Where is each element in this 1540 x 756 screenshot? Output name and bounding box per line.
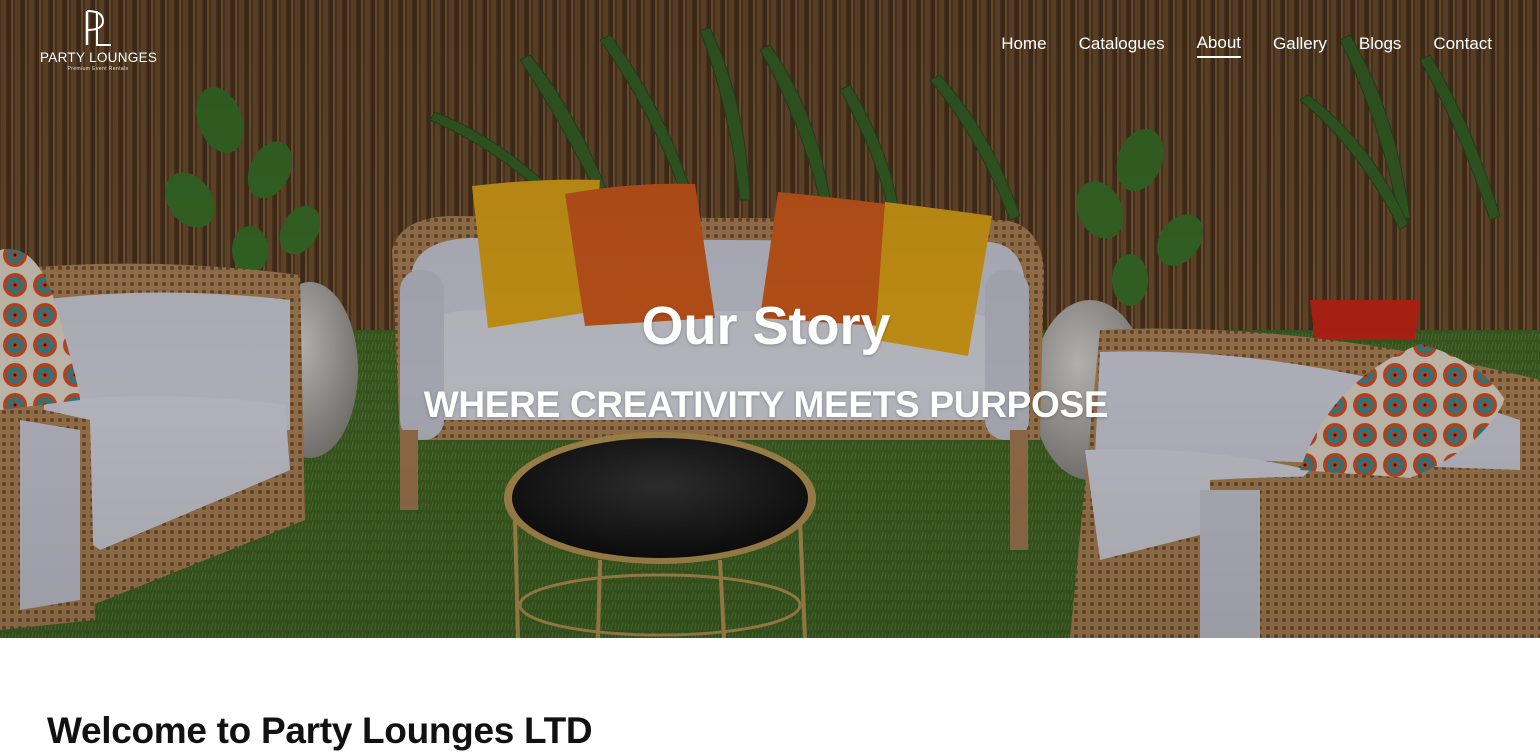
logo-monogram-icon — [85, 10, 111, 46]
hero-subtitle: WHERE CREATIVITY MEETS PURPOSE — [423, 384, 1109, 425]
nav-blogs[interactable]: Blogs — [1359, 33, 1402, 57]
brand-name: PARTY LOUNGES — [40, 50, 158, 65]
hero-section: PARTY LOUNGES Premium Event Rentals Home… — [0, 0, 1540, 638]
main-nav: Home Catalogues About Gallery Blogs Cont… — [969, 32, 1492, 58]
nav-contact[interactable]: Contact — [1433, 33, 1492, 57]
hero-title: Our Story — [641, 296, 891, 356]
nav-home[interactable]: Home — [1001, 33, 1046, 57]
brand-tagline: Premium Event Rentals — [67, 66, 129, 72]
nav-about[interactable]: About — [1196, 32, 1242, 58]
nav-catalogues[interactable]: Catalogues — [1079, 33, 1165, 57]
welcome-heading: Welcome to Party Lounges LTD — [47, 710, 593, 751]
nav-gallery[interactable]: Gallery — [1273, 33, 1327, 57]
logo-link[interactable]: PARTY LOUNGES Premium Event Rentals — [40, 8, 158, 78]
